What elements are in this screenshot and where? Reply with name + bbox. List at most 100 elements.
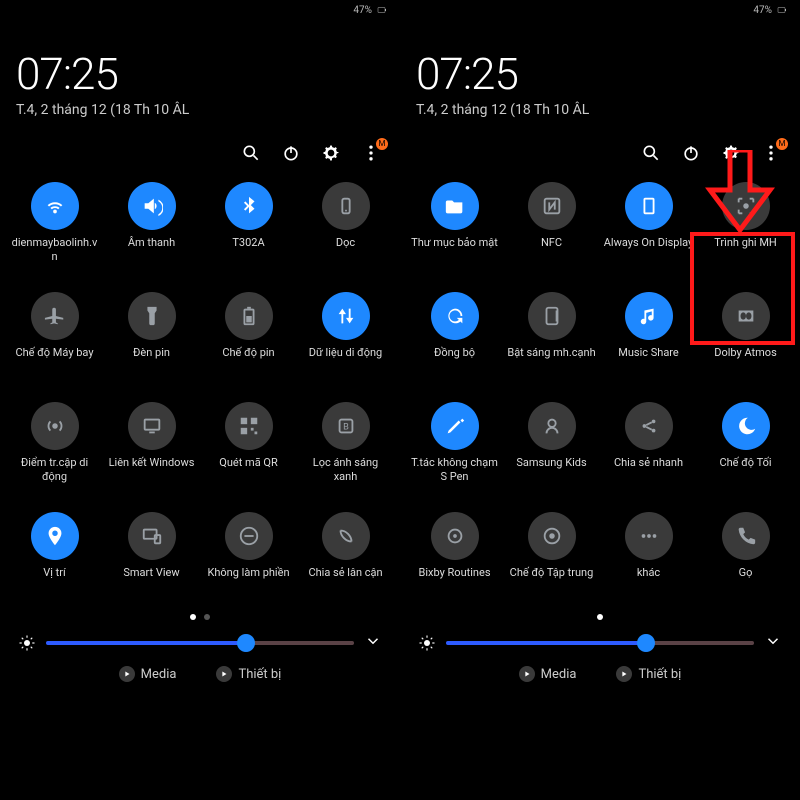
- tile-label: Gọ: [739, 566, 753, 580]
- qs-tile-other[interactable]: khác: [600, 512, 697, 612]
- bottom-tab-media[interactable]: Media: [519, 666, 577, 682]
- qs-tile-edge[interactable]: Bật sáng mh.cạnh: [503, 292, 600, 392]
- quick-settings-panel-left: 47% 07:25 T.4, 2 tháng 12 (18 Th 10 ÂL M…: [0, 0, 400, 800]
- more-badge: M: [776, 138, 788, 150]
- status-bar: 47%: [0, 0, 400, 20]
- bluelight-icon[interactable]: B: [322, 402, 370, 450]
- music-share-icon[interactable]: [625, 292, 673, 340]
- qs-tile-rotate[interactable]: Dọc: [297, 182, 394, 282]
- brightness-slider[interactable]: [46, 641, 354, 645]
- qs-tile-music-share[interactable]: Music Share: [600, 292, 697, 392]
- svg-text:B: B: [343, 423, 349, 433]
- wifi-icon[interactable]: [31, 182, 79, 230]
- dolby-icon[interactable]: [722, 292, 770, 340]
- smartview-icon[interactable]: [128, 512, 176, 560]
- tab-label: Thiết bị: [238, 667, 281, 682]
- tile-label: Quét mã QR: [219, 456, 278, 470]
- clock-time: 07:25: [16, 48, 384, 100]
- qs-tile-flashlight[interactable]: Đèn pin: [103, 292, 200, 392]
- tile-label: Lọc ánh sáng xanh: [301, 456, 391, 484]
- aod-icon[interactable]: [625, 182, 673, 230]
- qs-tile-dnd[interactable]: Không làm phiền: [200, 512, 297, 612]
- dnd-icon[interactable]: [225, 512, 273, 560]
- more-icon[interactable]: M: [760, 142, 782, 164]
- darkmode-icon[interactable]: [722, 402, 770, 450]
- qs-tile-call[interactable]: Gọ: [697, 512, 794, 612]
- tile-label: dienmaybaolinh.vn: [10, 236, 100, 264]
- spen-icon[interactable]: [431, 402, 479, 450]
- bottom-tab-thiết bị[interactable]: Thiết bị: [616, 666, 681, 682]
- qs-tile-kids[interactable]: Samsung Kids: [503, 402, 600, 502]
- qs-tile-airplane[interactable]: Chế độ Máy bay: [6, 292, 103, 392]
- rotate-icon[interactable]: [322, 182, 370, 230]
- qs-tile-sync[interactable]: Đồng bộ: [406, 292, 503, 392]
- qs-tile-data[interactable]: Dữ liệu di động: [297, 292, 394, 392]
- tile-label: Chế độ pin: [222, 346, 274, 360]
- qs-tile-sound[interactable]: Âm thanh: [103, 182, 200, 282]
- qs-tile-bixby[interactable]: Bixby Routines: [406, 512, 503, 612]
- sound-icon[interactable]: [128, 182, 176, 230]
- qs-tile-nearby[interactable]: Chia sẻ lân cận: [297, 512, 394, 612]
- bluetooth-icon[interactable]: [225, 182, 273, 230]
- qs-tile-windows[interactable]: Liên kết Windows: [103, 402, 200, 502]
- kids-icon[interactable]: [528, 402, 576, 450]
- tile-label: Điểm tr.cập di động: [10, 456, 100, 484]
- page-dot[interactable]: [190, 614, 196, 620]
- brightness-expand-icon[interactable]: [364, 632, 382, 654]
- other-icon[interactable]: [625, 512, 673, 560]
- hotspot-icon[interactable]: [31, 402, 79, 450]
- data-icon[interactable]: [322, 292, 370, 340]
- bottom-tab-media[interactable]: Media: [119, 666, 177, 682]
- qs-tile-nfc[interactable]: NFC: [503, 182, 600, 282]
- sync-icon[interactable]: [431, 292, 479, 340]
- clock-time: 07:25: [416, 48, 784, 100]
- power-icon[interactable]: [280, 142, 302, 164]
- qs-tile-aod[interactable]: Always On Display: [600, 182, 697, 282]
- qs-tile-battery[interactable]: Chế độ pin: [200, 292, 297, 392]
- call-icon[interactable]: [722, 512, 770, 560]
- more-icon[interactable]: M: [360, 142, 382, 164]
- power-icon[interactable]: [680, 142, 702, 164]
- search-icon[interactable]: [240, 142, 262, 164]
- settings-gear-icon[interactable]: [320, 142, 342, 164]
- brightness-expand-icon[interactable]: [764, 632, 782, 654]
- qs-tile-hotspot[interactable]: Điểm tr.cập di động: [6, 402, 103, 502]
- tile-label: Không làm phiền: [207, 566, 289, 580]
- qs-tile-focus[interactable]: Chế độ Tập trung: [503, 512, 600, 612]
- windows-icon[interactable]: [128, 402, 176, 450]
- bixby-icon[interactable]: [431, 512, 479, 560]
- edge-icon[interactable]: [528, 292, 576, 340]
- secure-folder-icon[interactable]: [431, 182, 479, 230]
- qs-tile-wifi[interactable]: dienmaybaolinh.vn: [6, 182, 103, 282]
- qs-tile-darkmode[interactable]: Chế độ Tối: [697, 402, 794, 502]
- focus-icon[interactable]: [528, 512, 576, 560]
- qr-icon[interactable]: [225, 402, 273, 450]
- page-dot[interactable]: [597, 614, 603, 620]
- nearby-icon[interactable]: [322, 512, 370, 560]
- screen-record-icon[interactable]: [722, 182, 770, 230]
- qs-tile-smartview[interactable]: Smart View: [103, 512, 200, 612]
- flashlight-icon[interactable]: [128, 292, 176, 340]
- page-dot[interactable]: [204, 614, 210, 620]
- brightness-slider[interactable]: [446, 641, 754, 645]
- qs-tile-screen-record[interactable]: Trình ghi MH: [697, 182, 794, 282]
- airplane-icon[interactable]: [31, 292, 79, 340]
- qs-tile-bluetooth[interactable]: T302A: [200, 182, 297, 282]
- nfc-icon[interactable]: [528, 182, 576, 230]
- settings-gear-icon[interactable]: [720, 142, 742, 164]
- location-icon[interactable]: [31, 512, 79, 560]
- search-icon[interactable]: [640, 142, 662, 164]
- qs-tile-bluelight[interactable]: B Lọc ánh sáng xanh: [297, 402, 394, 502]
- qs-tile-qr[interactable]: Quét mã QR: [200, 402, 297, 502]
- bottom-tab-thiết bị[interactable]: Thiết bị: [216, 666, 281, 682]
- more-badge: M: [376, 138, 388, 150]
- qs-tile-quickshare[interactable]: Chia sẻ nhanh: [600, 402, 697, 502]
- battery-icon[interactable]: [225, 292, 273, 340]
- quickshare-icon[interactable]: [625, 402, 673, 450]
- qs-tile-dolby[interactable]: Dolby Atmos: [697, 292, 794, 392]
- qs-tile-spen[interactable]: T.tác không chạm S Pen: [406, 402, 503, 502]
- qs-tile-secure-folder[interactable]: Thư mục bảo mật: [406, 182, 503, 282]
- tile-label: Chia sẻ nhanh: [614, 456, 683, 470]
- brightness-row: [400, 626, 800, 660]
- qs-tile-location[interactable]: Vị trí: [6, 512, 103, 612]
